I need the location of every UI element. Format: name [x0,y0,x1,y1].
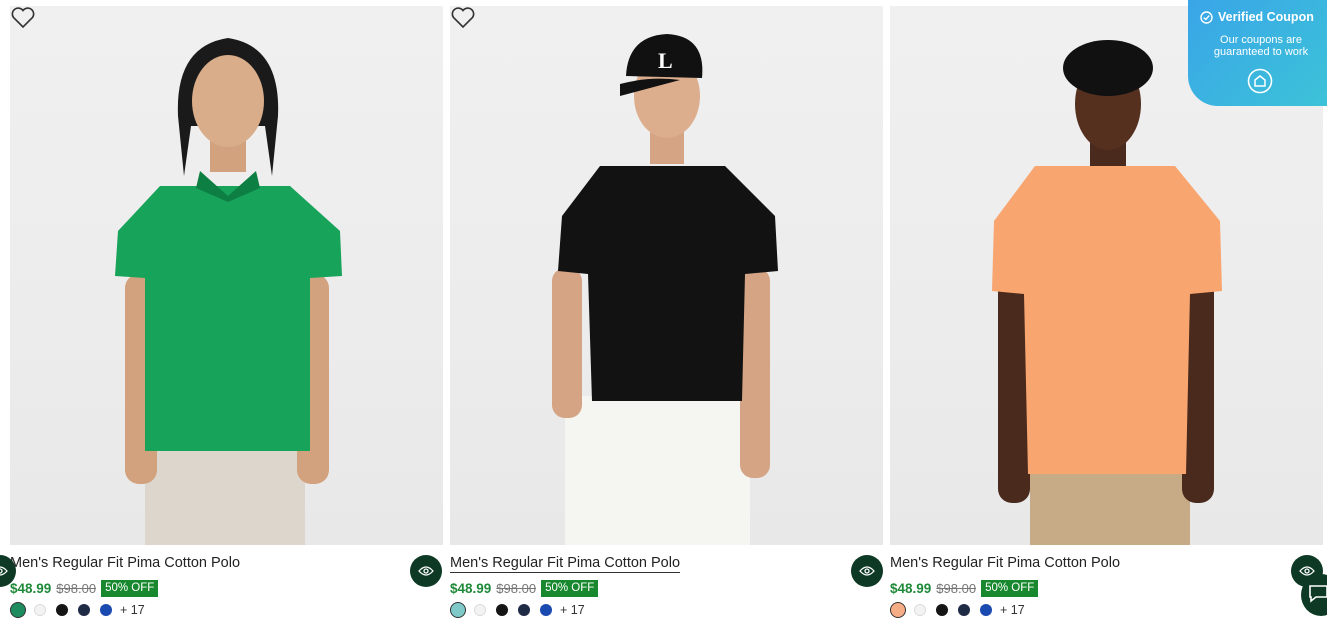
sale-price: $48.99 [450,580,492,596]
more-colors-link[interactable]: + 17 [560,603,585,617]
more-colors-link[interactable]: + 17 [1000,603,1025,617]
discount-badge: 50% OFF [541,579,599,597]
original-price: $98.00 [936,580,977,596]
eye-icon [0,566,8,576]
product-image[interactable] [10,6,443,545]
product-card[interactable]: Men's Regular Fit Pima Cotton Polo $48.9… [10,0,444,640]
price-row: $48.99 $98.00 50% OFF [10,579,159,597]
price-row: $48.99 $98.00 50% OFF [450,579,599,597]
color-swatch[interactable] [496,604,508,616]
color-swatches: + 17 [450,602,585,618]
color-swatch[interactable] [518,604,530,616]
color-swatch[interactable] [474,604,486,616]
product-card[interactable]: L Men's Regular Fit Pima Cotton Polo $48… [450,0,884,640]
color-swatch[interactable] [56,604,68,616]
color-swatch[interactable] [78,604,90,616]
coupon-tag-icon[interactable] [1247,68,1273,94]
price-row: $48.99 $98.00 50% OFF [890,579,1039,597]
original-price: $98.00 [496,580,537,596]
color-swatch[interactable] [34,604,46,616]
verified-coupon-widget[interactable]: Verified Coupon Our coupons are guarante… [1188,0,1327,106]
coupon-heading: Verified Coupon [1200,10,1314,24]
sale-price: $48.99 [890,580,932,596]
chat-icon [1309,585,1327,603]
discount-badge: 50% OFF [101,579,159,597]
eye-icon [859,566,875,576]
color-swatch[interactable] [890,602,906,618]
color-swatch[interactable] [914,604,926,616]
sale-price: $48.99 [10,580,52,596]
product-title[interactable]: Men's Regular Fit Pima Cotton Polo [450,555,681,573]
color-swatch[interactable] [958,604,970,616]
eye-icon [418,566,434,576]
color-swatch[interactable] [980,604,992,616]
product-grid: Men's Regular Fit Pima Cotton Polo $48.9… [0,0,1327,640]
color-swatch[interactable] [540,604,552,616]
color-swatch[interactable] [936,604,948,616]
coupon-subtitle: Our coupons are guaranteed to work [1213,34,1309,58]
coupon-title: Verified Coupon [1218,10,1314,24]
svg-text:L: L [658,48,673,73]
color-swatches: + 17 [10,602,145,618]
heart-icon[interactable] [10,6,36,30]
quick-view-button[interactable] [410,555,442,587]
more-colors-link[interactable]: + 17 [120,603,145,617]
product-image[interactable]: L [450,6,883,545]
color-swatch[interactable] [100,604,112,616]
color-swatch[interactable] [10,602,26,618]
product-title[interactable]: Men's Regular Fit Pima Cotton Polo [10,555,240,571]
color-swatches: + 17 [890,602,1025,618]
heart-icon[interactable] [450,6,476,30]
quick-view-button[interactable] [851,555,883,587]
discount-badge: 50% OFF [981,579,1039,597]
original-price: $98.00 [56,580,97,596]
product-title[interactable]: Men's Regular Fit Pima Cotton Polo [890,555,1120,571]
color-swatch[interactable] [450,602,466,618]
verified-check-icon [1200,10,1213,24]
